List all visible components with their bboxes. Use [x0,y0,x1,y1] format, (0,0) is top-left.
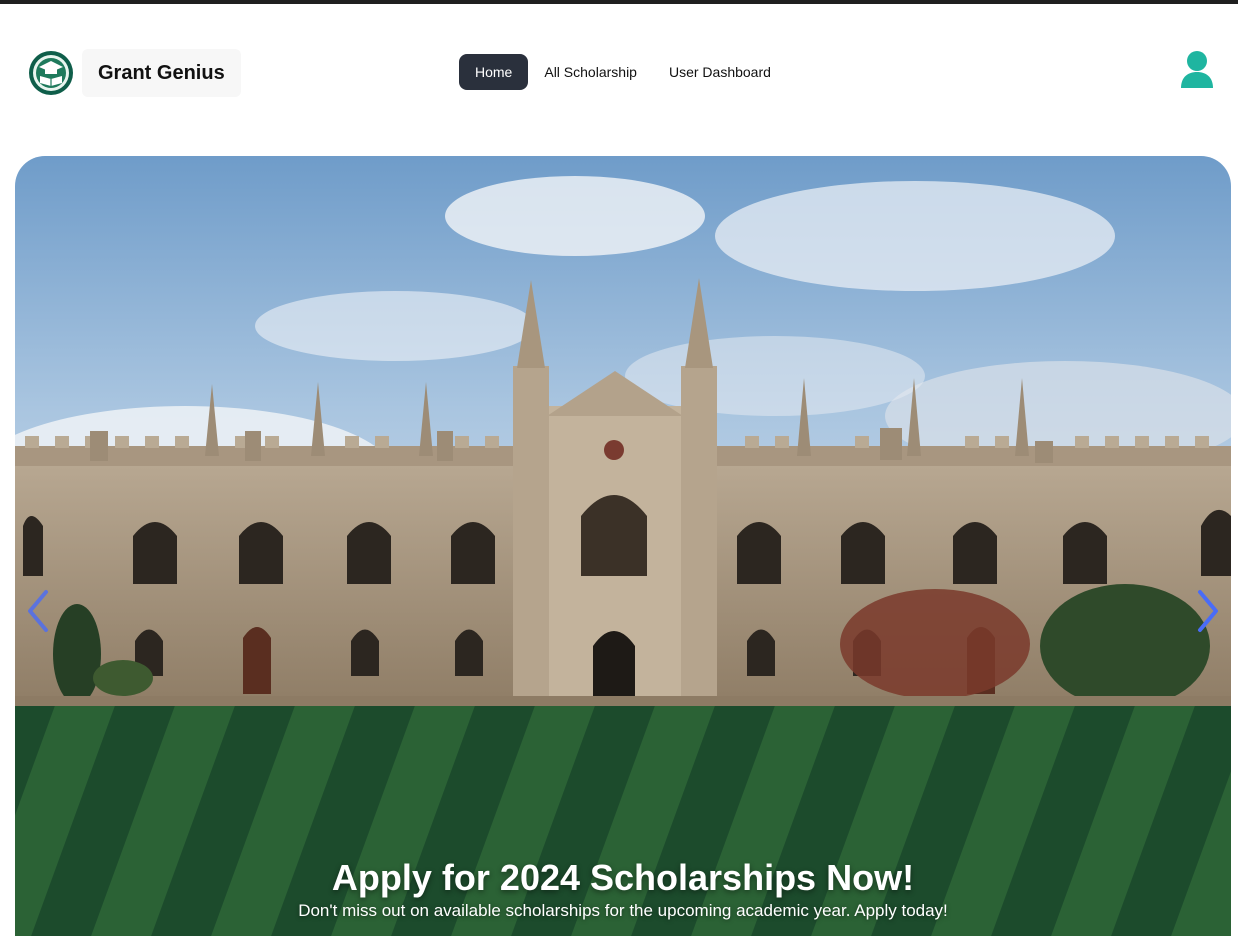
user-icon[interactable] [1180,50,1214,90]
hero-subtitle: Don't miss out on available scholarships… [298,901,948,920]
carousel-next-button[interactable] [1192,588,1222,634]
chevron-left-icon [28,590,48,632]
main-nav: Home All Scholarship User Dashboard [459,54,787,90]
nav-all-scholarship-link[interactable]: All Scholarship [528,54,653,90]
chevron-right-icon [1198,590,1218,632]
hero-image [15,156,1231,936]
hero-title: Apply for 2024 Scholarships Now! [331,857,915,898]
brand-name: Grant Genius [98,61,225,84]
nav-home-link[interactable]: Home [459,54,529,90]
hero-carousel: Apply for 2024 Scholarships Now! Don't m… [15,156,1231,936]
brand[interactable]: Grant Genius [26,48,241,98]
navbar: Grant Genius Home All Scholarship User D… [0,4,1238,124]
brand-name-box: Grant Genius [82,49,241,97]
graduation-book-icon [26,48,76,98]
nav-user-dashboard-link[interactable]: User Dashboard [653,54,787,90]
carousel-prev-button[interactable] [24,588,54,634]
hero-caption: Apply for 2024 Scholarships Now! Don't m… [15,856,1231,922]
